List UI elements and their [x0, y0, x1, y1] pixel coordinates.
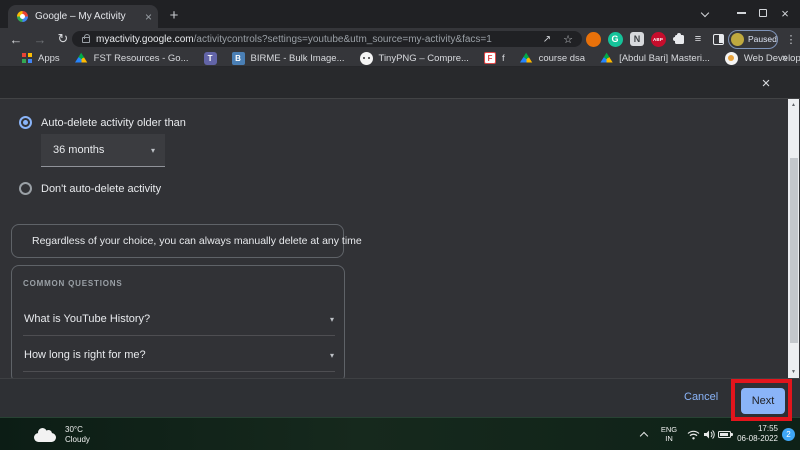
- divider: [23, 335, 335, 336]
- url-text: myactivity.google.com/activitycontrols?s…: [96, 34, 574, 45]
- grammarly-extension-icon[interactable]: G: [607, 31, 623, 47]
- browser-toolbar: ← → ↻ myactivity.google.com/activitycont…: [0, 28, 800, 50]
- avatar: [731, 32, 744, 46]
- share-icon[interactable]: ↗: [538, 28, 556, 50]
- tab-search-chevron-icon[interactable]: [695, 0, 715, 26]
- dialog-header: ×: [0, 67, 800, 99]
- scrollbar[interactable]: ▲ ▼: [788, 99, 799, 378]
- browser-tab-strip: Google – My Activity × + ×: [0, 0, 800, 28]
- bookmark-tinypng[interactable]: TinyPNG – Compre...: [359, 51, 469, 65]
- scrollbar-thumb[interactable]: [789, 158, 798, 343]
- scroll-up-icon[interactable]: ▲: [788, 99, 799, 111]
- bookmark-apps[interactable]: Apps: [22, 53, 60, 64]
- speaker-icon[interactable]: [703, 429, 715, 440]
- tray-time: 17:55: [757, 424, 778, 433]
- dialog-footer: Cancel Next: [0, 378, 800, 417]
- tray-date: 06-08-2022: [737, 434, 778, 443]
- f-red-icon: [483, 52, 496, 64]
- birme-icon: [231, 51, 245, 65]
- clock[interactable]: 17:55 06-08-2022: [736, 424, 778, 444]
- extension-icon-n[interactable]: N: [629, 31, 645, 47]
- google-favicon-icon: [17, 11, 28, 22]
- manual-delete-notice: Regardless of your choice, you can alway…: [11, 224, 362, 258]
- scroll-down-icon[interactable]: ▼: [788, 366, 799, 378]
- desktop-screen: Google – My Activity × + × ← → ↻ myactiv…: [0, 0, 800, 450]
- adblock-extension-icon[interactable]: ABP: [650, 31, 666, 47]
- windows-taskbar: 30°C Cloudy ENG IN 17:55 06-08-2022 2: [0, 417, 800, 450]
- new-tab-button[interactable]: +: [163, 4, 185, 26]
- cancel-button[interactable]: Cancel: [684, 391, 718, 403]
- bookmarks-bar: Apps FST Resources - Go... BIRME - Bulk …: [0, 50, 800, 67]
- profile-status-label: Paused: [748, 34, 777, 44]
- dialog-close-icon[interactable]: ×: [756, 73, 776, 93]
- extensions-puzzle-icon[interactable]: [671, 31, 687, 47]
- google-drive-icon: [600, 52, 613, 63]
- duration-dropdown[interactable]: 36 months ▾: [41, 134, 165, 167]
- browser-menu-icon[interactable]: ⋮: [784, 28, 798, 50]
- google-drive-icon: [75, 52, 88, 63]
- bookmark-fst-resources[interactable]: FST Resources - Go...: [75, 52, 189, 64]
- url-path: /activitycontrols?settings=youtube&utm_s…: [193, 33, 492, 45]
- forward-icon[interactable]: →: [30, 28, 50, 50]
- browser-tab[interactable]: Google – My Activity ×: [8, 5, 158, 28]
- lock-icon: [82, 34, 90, 43]
- bookmarks-overflow-icon[interactable]: »: [782, 52, 788, 64]
- next-button[interactable]: Next: [741, 388, 785, 414]
- bookmark-teams[interactable]: [203, 51, 217, 65]
- tab-title: Google – My Activity: [35, 11, 126, 22]
- weather-widget[interactable]: 30°C Cloudy: [34, 418, 90, 450]
- reading-list-icon[interactable]: ≡: [690, 31, 706, 47]
- weather-condition: Cloudy: [65, 434, 90, 444]
- bookmark-course-dsa[interactable]: course dsa: [519, 52, 585, 64]
- notice-text: Regardless of your choice, you can alway…: [32, 235, 362, 247]
- notification-count-badge[interactable]: 2: [782, 428, 795, 441]
- weather-temperature: 30°C: [65, 424, 83, 434]
- extension-icon-orange[interactable]: [585, 31, 601, 47]
- address-bar[interactable]: myactivity.google.com/activitycontrols?s…: [72, 31, 582, 47]
- dark-reader-extension-icon[interactable]: [710, 31, 726, 47]
- back-icon[interactable]: ←: [6, 28, 26, 50]
- bookmark-web-development[interactable]: Web Development...: [724, 51, 800, 65]
- language-indicator[interactable]: ENG IN: [658, 425, 680, 443]
- panda-icon: [359, 51, 373, 65]
- chevron-down-icon: ▾: [329, 350, 334, 360]
- radio-dont-auto-delete[interactable]: [19, 182, 32, 195]
- common-questions-box: COMMON QUESTIONS What is YouTube History…: [11, 265, 345, 383]
- bookmark-star-icon[interactable]: ☆: [559, 28, 577, 50]
- chevron-down-icon: ▾: [150, 145, 155, 155]
- reload-icon[interactable]: ↻: [53, 28, 73, 50]
- chevron-down-icon: ▾: [329, 314, 334, 324]
- divider: [23, 371, 335, 372]
- question-what-is-youtube-history[interactable]: What is YouTube History? ▾: [12, 305, 346, 333]
- web-dev-icon: [724, 51, 738, 65]
- bookmark-f[interactable]: f: [483, 52, 505, 64]
- duration-dropdown-value: 36 months: [53, 144, 105, 156]
- url-domain: myactivity.google.com: [96, 33, 194, 45]
- wifi-icon[interactable]: [687, 430, 700, 440]
- window-minimize-button[interactable]: [731, 0, 751, 26]
- cloud-icon: [34, 427, 56, 442]
- profile-sync-paused-button[interactable]: Paused: [728, 29, 778, 49]
- battery-icon[interactable]: [718, 431, 733, 438]
- radio-auto-delete[interactable]: [19, 116, 32, 129]
- window-close-button[interactable]: ×: [775, 0, 795, 26]
- bookmark-birme[interactable]: BIRME - Bulk Image...: [231, 51, 345, 65]
- question-how-long-is-right[interactable]: How long is right for me? ▾: [12, 341, 346, 369]
- common-questions-header: COMMON QUESTIONS: [23, 279, 123, 288]
- apps-grid-icon: [22, 53, 32, 63]
- bookmark-abdul-bari[interactable]: [Abdul Bari] Masteri...: [600, 52, 710, 64]
- dont-auto-delete-option-label: Don't auto-delete activity: [41, 183, 162, 195]
- teams-icon: [203, 51, 217, 65]
- dialog-content: Auto-delete activity older than 36 month…: [0, 99, 800, 383]
- window-maximize-button[interactable]: [753, 0, 773, 26]
- tab-close-icon[interactable]: ×: [145, 10, 152, 24]
- auto-delete-option-label: Auto-delete activity older than: [41, 117, 186, 129]
- tray-chevron-up-icon[interactable]: [641, 431, 648, 438]
- google-drive-icon: [519, 52, 533, 63]
